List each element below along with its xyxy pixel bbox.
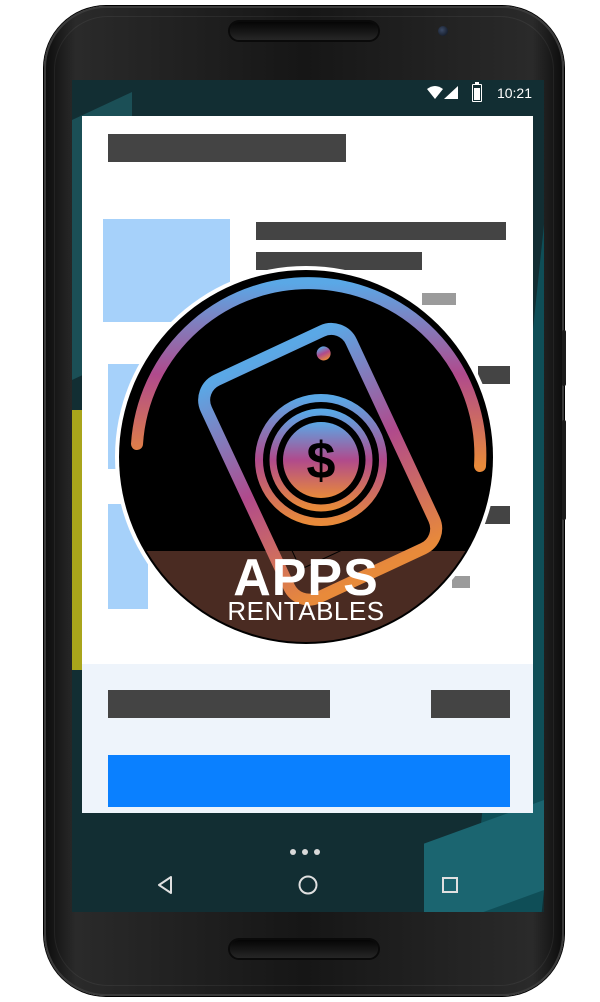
top-speaker xyxy=(230,22,378,40)
home-icon xyxy=(298,875,318,895)
footer-label-placeholder xyxy=(108,690,330,718)
status-time: 10:21 xyxy=(496,85,532,101)
page-dot xyxy=(302,849,308,855)
bottom-speaker xyxy=(230,940,378,958)
svg-text:$: $ xyxy=(307,432,336,490)
status-bar: 10:21 xyxy=(72,80,544,106)
apps-rentables-logo: $ APPS RENTABLES xyxy=(115,266,497,648)
list-item-title xyxy=(256,222,506,240)
page-dot xyxy=(290,849,296,855)
recents-icon xyxy=(442,877,458,893)
page-indicator xyxy=(287,842,331,855)
back-button[interactable] xyxy=(150,870,180,900)
header-placeholder xyxy=(108,134,346,162)
wifi-icon xyxy=(427,86,443,99)
front-camera xyxy=(438,26,448,36)
back-icon xyxy=(158,876,172,894)
battery-level xyxy=(474,88,480,100)
primary-action-button[interactable] xyxy=(108,755,510,807)
signal-icon xyxy=(444,86,458,99)
battery-icon xyxy=(472,82,482,102)
page-dot xyxy=(314,849,320,855)
footer-value-placeholder xyxy=(431,690,510,718)
home-button[interactable] xyxy=(293,870,323,900)
volume-button xyxy=(562,420,566,520)
logo-subtitle: RENTABLES xyxy=(227,596,385,626)
recents-button[interactable] xyxy=(435,870,465,900)
power-button xyxy=(562,330,566,386)
navigation-bar xyxy=(72,862,544,912)
